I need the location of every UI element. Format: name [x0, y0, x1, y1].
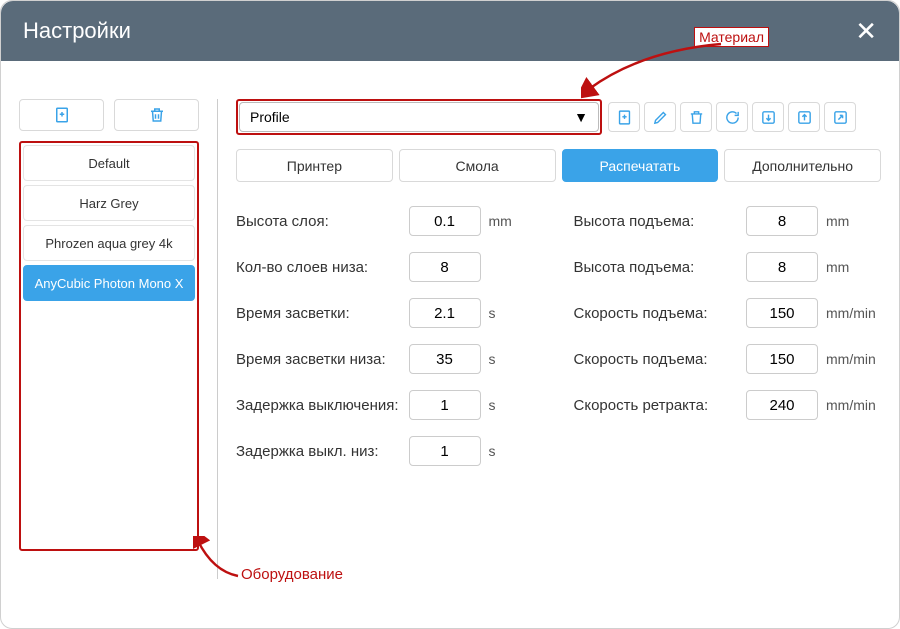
sidebar-actions — [19, 99, 199, 131]
setting-unit: s — [489, 351, 544, 367]
pencil-icon — [652, 109, 669, 126]
trash-icon — [688, 109, 705, 126]
tab-label: Распечатать — [599, 158, 680, 174]
setting-label: Высота подъема: — [574, 213, 747, 230]
setting-label: Скорость ретракта: — [574, 397, 747, 414]
delete-equipment-button[interactable] — [114, 99, 199, 131]
setting-row: Задержка выключения: s — [236, 390, 544, 420]
chevron-down-icon: ▼ — [574, 109, 588, 125]
equipment-item-label: AnyCubic Photon Mono X — [35, 276, 184, 291]
settings-grid: Высота слоя: mm Кол-во слоев низа: Время за… — [236, 206, 881, 482]
file-plus-icon — [53, 106, 71, 124]
share-icon — [832, 109, 849, 126]
setting-input[interactable] — [746, 206, 818, 236]
setting-input[interactable] — [409, 344, 481, 374]
tab-resin[interactable]: Смола — [399, 149, 556, 182]
setting-input[interactable] — [746, 390, 818, 420]
setting-row: Скорость ретракта: mm/min — [574, 390, 882, 420]
profile-add-button[interactable] — [608, 102, 640, 132]
tab-label: Принтер — [287, 158, 342, 174]
setting-label: Скорость подъема: — [574, 351, 747, 368]
setting-row: Кол-во слоев низа: — [236, 252, 544, 282]
setting-label: Время засветки: — [236, 305, 409, 322]
setting-unit: mm — [826, 213, 881, 229]
profile-delete-button[interactable] — [680, 102, 712, 132]
profile-edit-button[interactable] — [644, 102, 676, 132]
tab-label: Смола — [456, 158, 499, 174]
setting-unit: s — [489, 443, 544, 459]
setting-row: Задержка выкл. низ: s — [236, 436, 544, 466]
setting-label: Высота слоя: — [236, 213, 409, 230]
setting-unit: mm — [489, 213, 544, 229]
tabs: Принтер Смола Распечатать Дополнительно — [236, 149, 881, 182]
setting-row: Высота слоя: mm — [236, 206, 544, 236]
tab-printer[interactable]: Принтер — [236, 149, 393, 182]
profile-highlight: Profile ▼ — [236, 99, 602, 135]
refresh-icon — [724, 109, 741, 126]
setting-unit: mm/min — [826, 397, 881, 413]
equipment-list: Default Harz Grey Phrozen aqua grey 4k A… — [19, 141, 199, 551]
tab-extra[interactable]: Дополнительно — [724, 149, 881, 182]
setting-unit: mm/min — [826, 305, 881, 321]
setting-row: Скорость подъема: mm/min — [574, 298, 882, 328]
file-plus-icon — [616, 109, 633, 126]
settings-col-left: Высота слоя: mm Кол-во слоев низа: Время за… — [236, 206, 544, 482]
setting-input[interactable] — [409, 206, 481, 236]
dialog-header: Настройки ✕ — [1, 1, 899, 61]
setting-input[interactable] — [409, 298, 481, 328]
profile-row: Profile ▼ — [236, 99, 881, 135]
setting-unit: s — [489, 397, 544, 413]
tab-print[interactable]: Распечатать — [562, 149, 719, 182]
setting-row: Время засветки: s — [236, 298, 544, 328]
equipment-item[interactable]: Phrozen aqua grey 4k — [23, 225, 195, 261]
profile-actions — [608, 102, 856, 132]
setting-row: Высота подъема: mm — [574, 206, 882, 236]
export-icon — [796, 109, 813, 126]
setting-label: Скорость подъема: — [574, 305, 747, 322]
setting-label: Время засветки низа: — [236, 351, 409, 368]
setting-label: Задержка выкл. низ: — [236, 443, 409, 460]
profile-reset-button[interactable] — [716, 102, 748, 132]
equipment-item-label: Phrozen aqua grey 4k — [45, 236, 172, 251]
equipment-item-label: Harz Grey — [79, 196, 138, 211]
dialog-body: Default Harz Grey Phrozen aqua grey 4k A… — [1, 61, 899, 628]
equipment-item[interactable]: Default — [23, 145, 195, 181]
setting-label: Кол-во слоев низа: — [236, 259, 409, 276]
setting-input[interactable] — [409, 252, 481, 282]
main-panel: Profile ▼ Принтер Смола Распечатать Допо… — [236, 99, 881, 618]
import-icon — [760, 109, 777, 126]
sidebar: Default Harz Grey Phrozen aqua grey 4k A… — [19, 99, 199, 618]
setting-label: Задержка выключения: — [236, 397, 409, 414]
profile-select-label: Profile — [250, 109, 290, 125]
trash-icon — [148, 106, 166, 124]
equipment-item-label: Default — [88, 156, 129, 171]
equipment-item[interactable]: AnyCubic Photon Mono X — [23, 265, 195, 301]
setting-label: Высота подъема: — [574, 259, 747, 276]
setting-unit: mm/min — [826, 351, 881, 367]
dialog-title: Настройки — [23, 18, 131, 44]
setting-row: Время засветки низа: s — [236, 344, 544, 374]
setting-input[interactable] — [409, 390, 481, 420]
profile-import-button[interactable] — [752, 102, 784, 132]
settings-col-right: Высота подъема: mm Высота подъема: mm Скорос… — [574, 206, 882, 482]
setting-input[interactable] — [746, 252, 818, 282]
setting-input[interactable] — [746, 298, 818, 328]
close-button[interactable]: ✕ — [855, 16, 877, 47]
setting-input[interactable] — [746, 344, 818, 374]
profile-select[interactable]: Profile ▼ — [239, 102, 599, 132]
add-equipment-button[interactable] — [19, 99, 104, 131]
setting-unit: mm — [826, 259, 881, 275]
divider — [217, 99, 218, 579]
setting-input[interactable] — [409, 436, 481, 466]
profile-share-button[interactable] — [824, 102, 856, 132]
profile-export-button[interactable] — [788, 102, 820, 132]
setting-row: Скорость подъема: mm/min — [574, 344, 882, 374]
equipment-item[interactable]: Harz Grey — [23, 185, 195, 221]
setting-row: Высота подъема: mm — [574, 252, 882, 282]
setting-unit: s — [489, 305, 544, 321]
tab-label: Дополнительно — [752, 158, 853, 174]
